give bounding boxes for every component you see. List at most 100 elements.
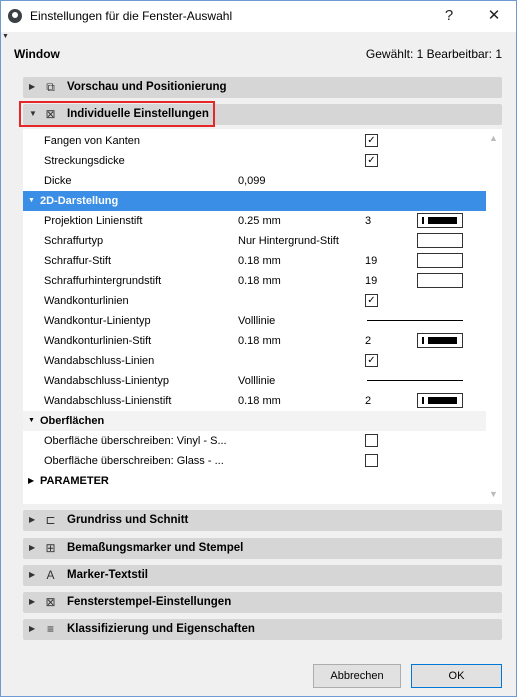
setting-row-wandkontur[interactable]: Wandkonturlinien ✓ (23, 291, 486, 311)
setting-value[interactable]: 0.18 mm (238, 335, 281, 347)
setting-value[interactable]: 0.18 mm (238, 395, 281, 407)
panel-bemassung[interactable]: ▶ ⊞ Bemaßungsmarker und Stempel (23, 538, 502, 559)
line-type-preview[interactable] (367, 380, 463, 381)
expand-arrow-icon: ▶ (29, 597, 36, 606)
checkbox-unchecked[interactable] (365, 434, 378, 447)
setting-label: Dicke (44, 175, 72, 187)
section-parameter[interactable]: ▶ PARAMETER (23, 471, 486, 491)
setting-row-wandkontur-typ[interactable]: Wandkontur-Linientyp Volllinie (23, 311, 486, 331)
panel-vorschau[interactable]: ▶ ⧉ Vorschau und Positionierung (23, 77, 502, 98)
setting-label: Wandabschluss-Linientyp (44, 375, 169, 387)
setting-row-ober-vinyl[interactable]: Oberfläche überschreiben: Vinyl - S... (23, 431, 486, 451)
setting-value[interactable]: Nur Hintergrund-Stift (238, 235, 339, 247)
checkbox-checked[interactable]: ✓ (365, 134, 378, 147)
setting-label: Wandkonturlinien (44, 295, 129, 307)
checkbox-unchecked[interactable] (365, 454, 378, 467)
pen-preview[interactable] (417, 393, 463, 408)
setting-value[interactable]: 0.18 mm (238, 275, 281, 287)
pen-preview[interactable] (417, 213, 463, 228)
title-bar: Einstellungen für die Fenster-Auswahl ? … (1, 1, 516, 32)
setting-label: Fangen von Kanten (44, 135, 141, 147)
checkbox-checked[interactable]: ✓ (365, 354, 378, 367)
setting-label: Oberfläche überschreiben: Vinyl - S... (44, 435, 227, 447)
section-label: Oberflächen (40, 415, 105, 427)
scroll-down-icon[interactable]: ▼ (489, 489, 498, 499)
expand-arrow-icon: ▶ (29, 624, 36, 633)
dimension-marker-icon: ⊞ (45, 541, 56, 555)
setting-row-wandkontur-stift[interactable]: Wandkonturlinien-Stift 0.18 mm 2 (23, 331, 486, 351)
panel-marker-textstil[interactable]: ▶ A Marker-Textstil (23, 565, 502, 586)
setting-row-wandabschluss-typ[interactable]: Wandabschluss-Linientyp Volllinie (23, 371, 486, 391)
section-label: PARAMETER (40, 475, 109, 487)
checkbox-checked[interactable]: ✓ (365, 294, 378, 307)
fill-preview[interactable] (417, 233, 463, 248)
setting-label: Schraffurhintergrundstift (44, 275, 162, 287)
panel-fensterstempel[interactable]: ▶ ⊠ Fensterstempel-Einstellungen (23, 592, 502, 613)
window-title: Einstellungen für die Fenster-Auswahl (30, 9, 233, 23)
pen-preview[interactable] (417, 253, 463, 268)
help-button[interactable]: ? (434, 5, 464, 27)
setting-label: Schraffurtyp (44, 235, 104, 247)
collapse-arrow-icon: ▼ (28, 197, 35, 204)
pen-number[interactable]: 2 (365, 335, 371, 347)
setting-row-schraffur-hg[interactable]: Schraffurhintergrundstift 0.18 mm 19 (23, 271, 486, 291)
section-oberflaechen[interactable]: ▼ Oberflächen (23, 411, 486, 431)
expand-arrow-icon: ▶ (29, 515, 36, 524)
panel-label: Marker-Textstil (67, 569, 148, 581)
setting-row-schraffurtyp[interactable]: Schraffurtyp Nur Hintergrund-Stift (23, 231, 486, 251)
collapse-arrow-icon[interactable]: ▼ (2, 33, 9, 40)
pen-number[interactable]: 2 (365, 395, 371, 407)
panel-label: Grundriss und Schnitt (67, 514, 189, 526)
setting-row-fangen[interactable]: Fangen von Kanten ✓ (23, 131, 486, 151)
expand-arrow-icon: ▶ (29, 543, 36, 552)
setting-row-wandabschluss[interactable]: Wandabschluss-Linien ✓ (23, 351, 486, 371)
text-style-icon: A (46, 568, 55, 582)
setting-row-ober-glass[interactable]: Oberfläche überschreiben: Glass - ... (23, 451, 486, 471)
selection-info: Gewählt: 1 Bearbeitbar: 1 (365, 47, 502, 61)
setting-label: Streckungsdicke (44, 155, 125, 167)
pen-number[interactable]: 3 (365, 215, 371, 227)
collapse-arrow-icon: ▼ (28, 417, 35, 424)
setting-label: Oberfläche überschreiben: Glass - ... (44, 455, 224, 467)
panel-label: Fensterstempel-Einstellungen (67, 596, 232, 608)
setting-row-projektion[interactable]: Projektion Linienstift 0.25 mm 3 (23, 211, 486, 231)
classification-icon: ≡ (46, 622, 54, 636)
setting-label: Projektion Linienstift (44, 215, 143, 227)
setting-label: Schraffur-Stift (44, 255, 112, 267)
section-label: 2D-Darstellung (40, 195, 119, 207)
setting-row-streckung[interactable]: Streckungsdicke ✓ (23, 151, 486, 171)
pen-preview[interactable] (417, 273, 463, 288)
setting-label: Wandkonturlinien-Stift (44, 335, 152, 347)
floor-plan-icon: ⊏ (45, 513, 56, 527)
setting-label: Wandabschluss-Linien (44, 355, 155, 367)
setting-row-dicke[interactable]: Dicke 0,099 (23, 171, 486, 191)
panel-label: Klassifizierung und Eigenschaften (67, 623, 255, 635)
pen-number[interactable]: 19 (365, 275, 377, 287)
scroll-up-icon[interactable]: ▲ (489, 133, 498, 143)
cancel-button[interactable]: Abbrechen (313, 664, 401, 688)
pen-number[interactable]: 19 (365, 255, 377, 267)
panel-label: Vorschau und Positionierung (67, 81, 227, 93)
panel-label: Bemaßungsmarker und Stempel (67, 542, 244, 554)
app-icon (8, 9, 22, 23)
pen-preview[interactable] (417, 333, 463, 348)
close-button[interactable]: ✕ (479, 5, 509, 27)
setting-value[interactable]: 0.25 mm (238, 215, 281, 227)
panel-klassifizierung[interactable]: ▶ ≡ Klassifizierung und Eigenschaften (23, 619, 502, 640)
highlight-box (19, 101, 215, 127)
line-type-preview[interactable] (367, 320, 463, 321)
panel-grundriss[interactable]: ▶ ⊏ Grundriss und Schnitt (23, 510, 502, 531)
checkbox-checked[interactable]: ✓ (365, 154, 378, 167)
setting-value[interactable]: 0,099 (238, 175, 266, 187)
element-type-label: Window (14, 47, 60, 61)
settings-list: Fangen von Kanten ✓ Streckungsdicke ✓ Di… (23, 129, 502, 504)
setting-value[interactable]: Volllinie (238, 315, 275, 327)
setting-row-wandabschluss-stift[interactable]: Wandabschluss-Linienstift 0.18 mm 2 (23, 391, 486, 411)
setting-value[interactable]: Volllinie (238, 375, 275, 387)
setting-row-schraffur-stift[interactable]: Schraffur-Stift 0.18 mm 19 (23, 251, 486, 271)
dialog-window: Einstellungen für die Fenster-Auswahl ? … (0, 0, 517, 697)
setting-value[interactable]: 0.18 mm (238, 255, 281, 267)
ok-button[interactable]: OK (411, 664, 502, 688)
section-2d-darstellung[interactable]: ▼ 2D-Darstellung (23, 191, 486, 211)
scrollbar[interactable]: ▲ ▼ (486, 129, 502, 504)
